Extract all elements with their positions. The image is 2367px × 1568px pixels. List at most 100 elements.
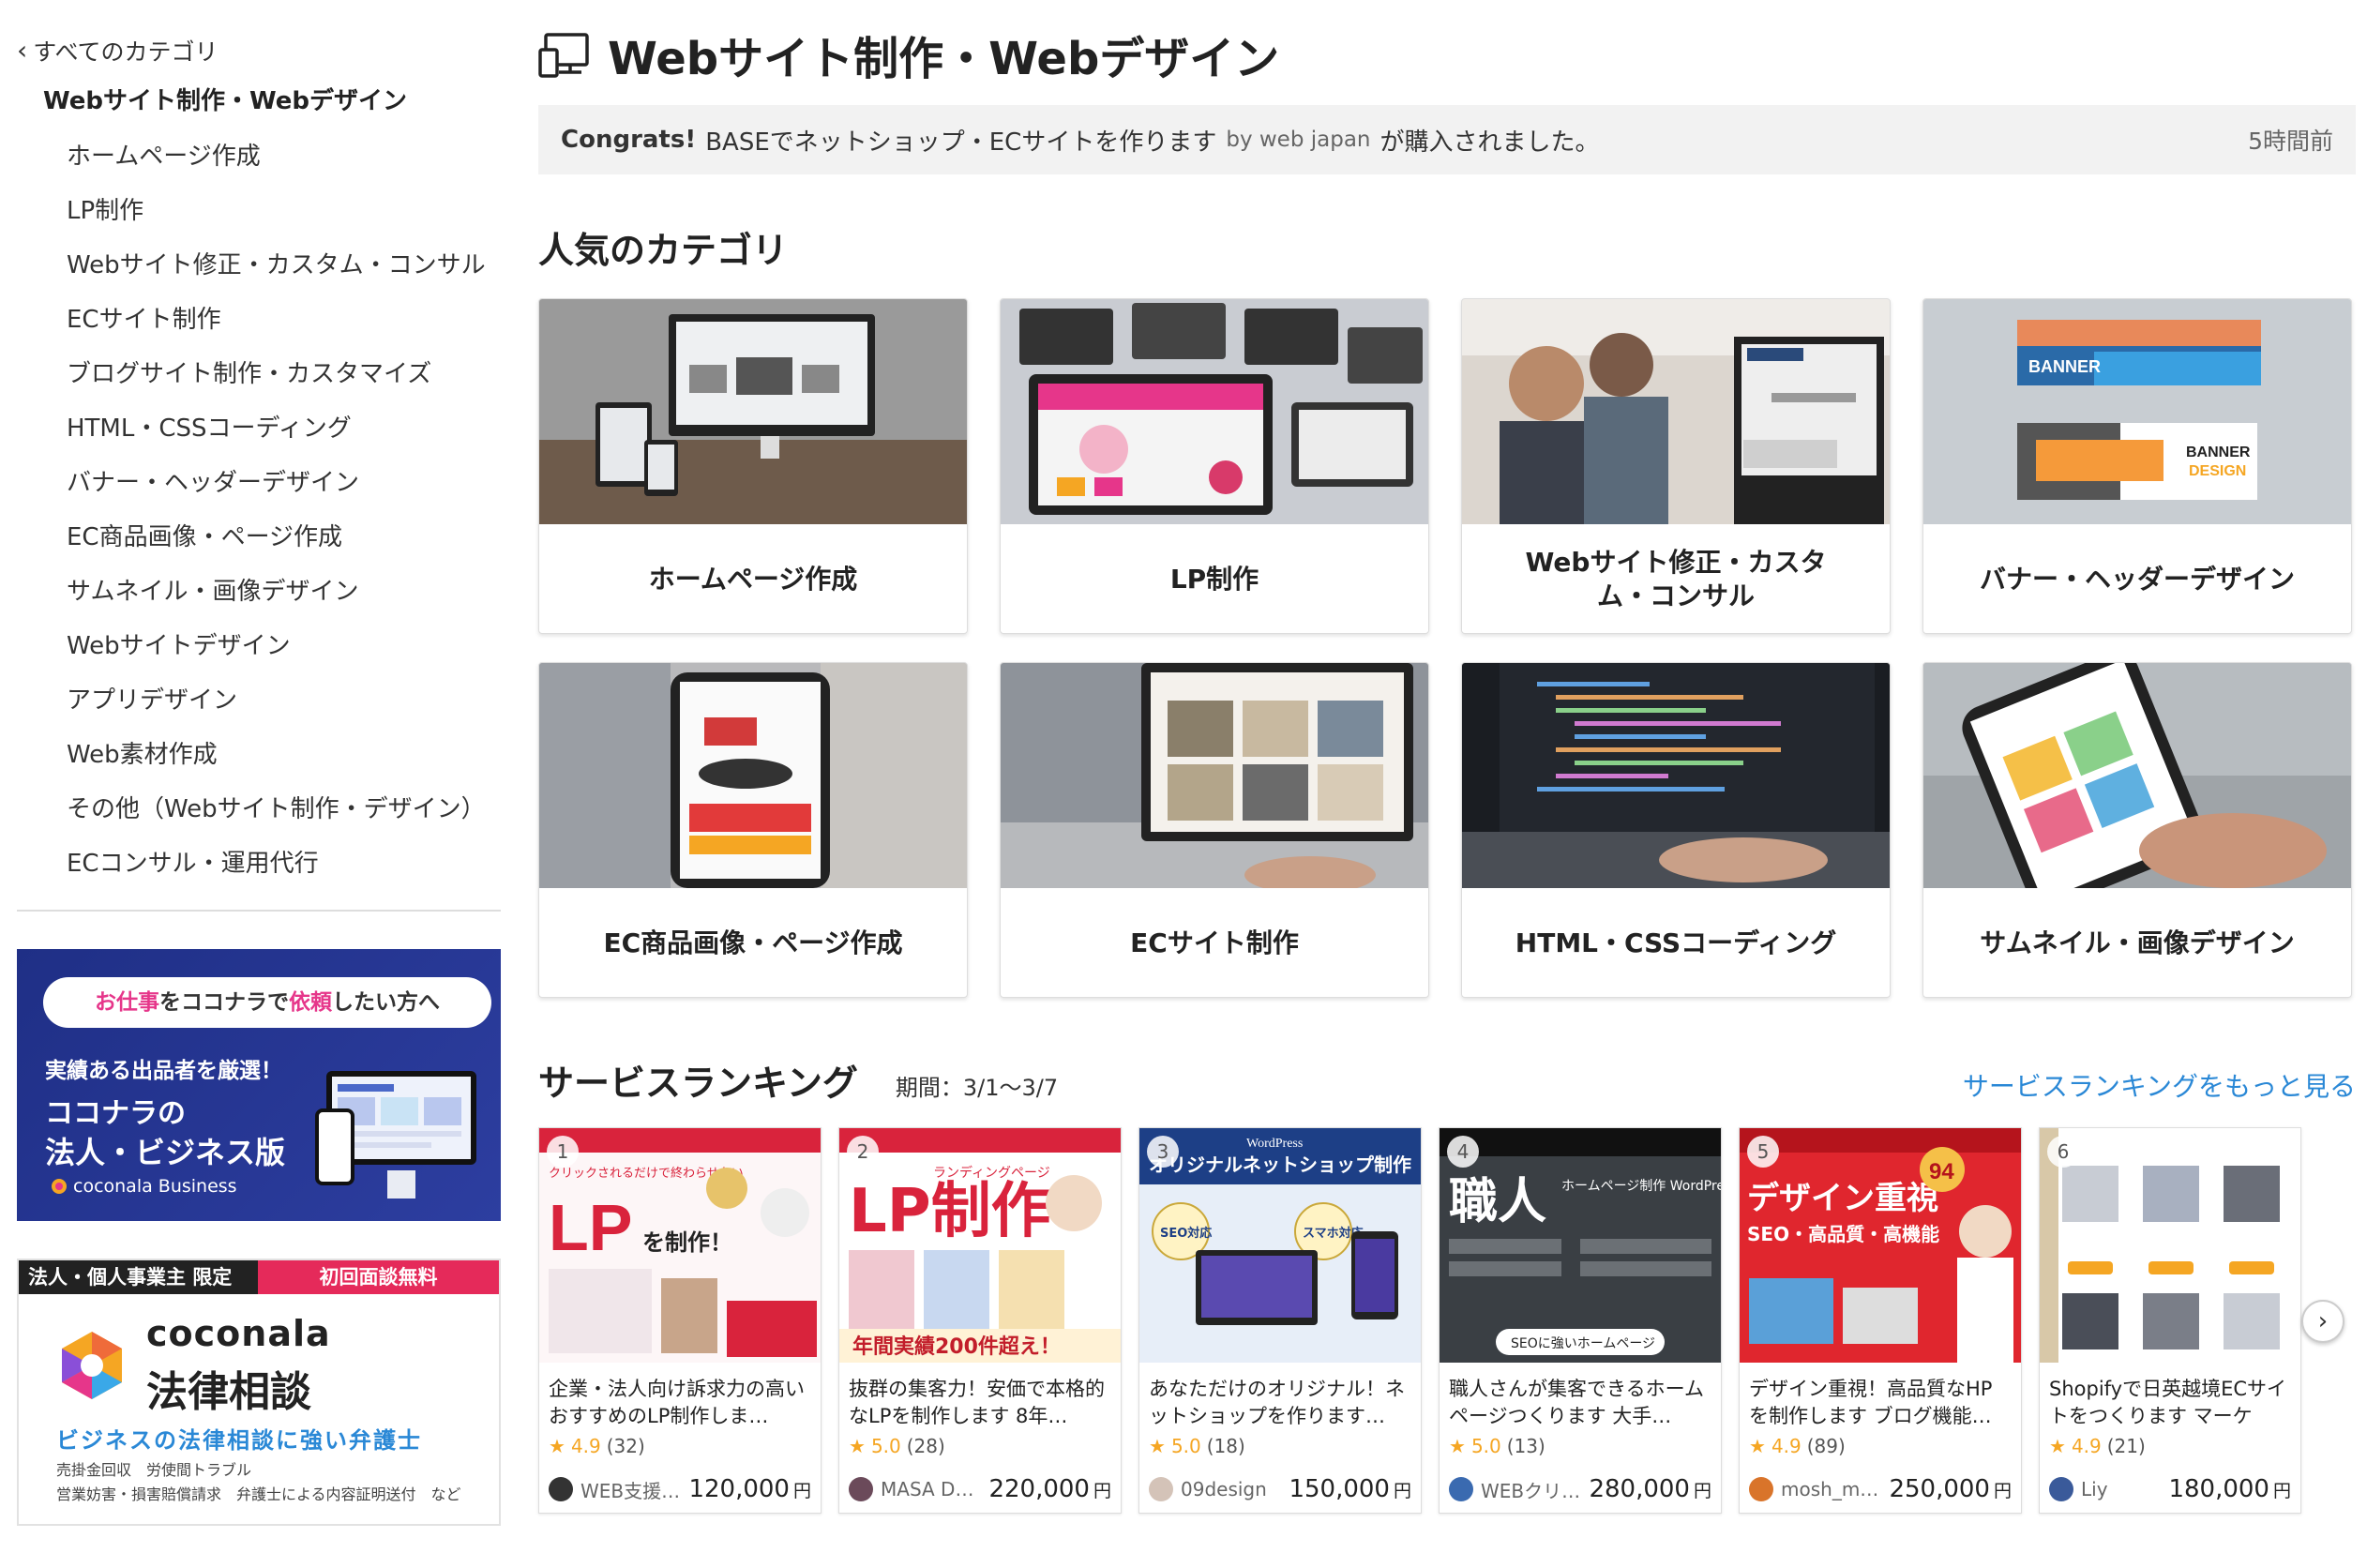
subcategory-item[interactable]: アプリデザイン: [67, 673, 501, 728]
current-category[interactable]: Webサイト制作・Webデザイン: [17, 73, 501, 129]
seller-name[interactable]: WEB支援…: [580, 1476, 688, 1503]
service-card[interactable]: 6 Shopifyで日英越境ECサイトをつくります マーケタ… ★: [2039, 1127, 2301, 1514]
price-unit: 円: [792, 1481, 811, 1501]
seller-avatar[interactable]: [1149, 1477, 1173, 1501]
seller-avatar[interactable]: [1749, 1477, 1773, 1501]
notice-service-link[interactable]: BASEでネットショップ・ECサイトを作ります: [705, 123, 1216, 158]
star-icon: ★: [1449, 1435, 1466, 1457]
price-unit: 円: [2272, 1481, 2291, 1501]
seller-avatar[interactable]: [849, 1477, 873, 1501]
service-card[interactable]: 2 LP制作 ランディングページ 年間実績200件超え！ 抜群の集客力！安価で本…: [838, 1127, 1122, 1514]
subcategory-item[interactable]: ホームページ作成: [67, 129, 501, 184]
legal-ad-banner[interactable]: 法人・個人事業主 限定 初回面談無料 coconala 法律相談 ビジネスの法律…: [17, 1259, 501, 1526]
category-label: ECサイト制作: [1130, 927, 1299, 958]
subcategory-item[interactable]: バナー・ヘッダーデザイン: [67, 456, 501, 510]
subcategory-item[interactable]: その他（Webサイト制作・デザイン）: [67, 782, 501, 837]
rating-score: 4.9: [570, 1435, 601, 1457]
popular-categories-grid: ホームページ作成 LP制作 Webサイト修正・カスタム・コンサル BANNER …: [538, 298, 2356, 998]
devices-icon: [538, 33, 589, 78]
banner-design-image: BANNER BANNER DESIGN: [1923, 299, 2351, 524]
popular-categories-heading: 人気のカテゴリ: [538, 230, 789, 271]
category-card[interactable]: サムネイル・画像デザイン: [1922, 662, 2352, 998]
category-thumbnail: [1001, 663, 1428, 888]
chevron-right-icon: ›: [2317, 1307, 2329, 1335]
category-card[interactable]: HTML・CSSコーディング: [1461, 662, 1891, 998]
seller-avatar[interactable]: [549, 1477, 573, 1501]
ec-product-image: [539, 663, 967, 888]
star-icon: ★: [2049, 1435, 2066, 1457]
seller-name[interactable]: Liy: [2081, 1478, 2168, 1500]
thumb-text: LP: [549, 1191, 632, 1264]
service-card[interactable]: 1 クリックされるだけで終わらせない LP を制作！ 企業・法人向け訴求力の高い…: [538, 1127, 822, 1514]
rating-score: 4.9: [1771, 1435, 1802, 1457]
subcategory-item[interactable]: サムネイル・画像デザイン: [67, 565, 501, 619]
category-card[interactable]: Webサイト修正・カスタム・コンサル: [1461, 298, 1891, 634]
category-label: ホームページ作成: [648, 564, 858, 595]
service-rating: ★ 5.0 (18): [1139, 1430, 1421, 1458]
chevron-left-icon: ‹: [17, 35, 28, 66]
business-ad-banner[interactable]: お仕事をココナラで依頼したい方へ 実績ある出品者を厳選！ ココナラの 法人・ビジ…: [17, 949, 501, 1221]
subcategory-item[interactable]: HTML・CSSコーディング: [67, 401, 501, 456]
seller-avatar[interactable]: [1449, 1477, 1473, 1501]
category-card[interactable]: LP制作: [1000, 298, 1429, 634]
back-link-label: すべてのカテゴリ: [33, 38, 219, 66]
legal-ad-header: 法人・個人事業主 限定 初回面談無料: [19, 1260, 499, 1294]
seller-name[interactable]: WEBクリ…: [1481, 1476, 1589, 1503]
ad-pill-text: 依頼: [289, 990, 332, 1015]
subcategory-item[interactable]: ECサイト制作: [67, 293, 501, 347]
seller-avatar[interactable]: [2049, 1477, 2073, 1501]
ranking-carousel: 1 クリックされるだけで終わらせない LP を制作！ 企業・法人向け訴求力の高い…: [538, 1127, 2356, 1514]
service-seller: mosh_m… 250,000 円: [1749, 1475, 2012, 1503]
category-card[interactable]: EC商品画像・ページ作成: [538, 662, 968, 998]
price-value: 150,000: [1289, 1475, 1390, 1503]
ec-site-laptop-image: [1001, 663, 1428, 888]
service-title: デザイン重視！高品質なHPを制作します ブログ機能…: [1749, 1378, 1993, 1427]
rating-count: (89): [1806, 1435, 1846, 1457]
service-rating: ★ 5.0 (28): [839, 1430, 1121, 1458]
price-value: 120,000: [688, 1475, 790, 1503]
subcategory-item[interactable]: Webサイトデザイン: [67, 619, 501, 673]
legal-ad-detail: 営業妨害・損害賠償請求 弁護士による内容証明送付 など: [56, 1485, 461, 1503]
web-consult-image: [1462, 299, 1890, 524]
ad-pill-text: お仕事: [95, 990, 159, 1015]
category-thumbnail: BANNER BANNER DESIGN: [1923, 299, 2351, 524]
service-card[interactable]: 3 WordPress オリジナルネットショップ制作 SEO対応 スマホ対応 あ…: [1138, 1127, 1422, 1514]
price-value: 180,000: [2168, 1475, 2269, 1503]
sidebar: ‹ すべてのカテゴリ Webサイト制作・Webデザイン ホームページ作成 LP制…: [17, 28, 501, 1526]
seller-name[interactable]: mosh_m…: [1781, 1478, 1889, 1500]
coding-laptop-image: [1462, 663, 1890, 888]
service-image: WordPress オリジナルネットショップ制作 SEO対応 スマホ対応: [1139, 1128, 1421, 1363]
service-card[interactable]: 4 職人 ホームページ制作 WordPress SEOに強いホームページ 職人さ…: [1439, 1127, 1722, 1514]
carousel-next-button[interactable]: ›: [2301, 1300, 2344, 1343]
ad-line: 法人・ビジネス版: [45, 1135, 286, 1170]
category-card[interactable]: BANNER BANNER DESIGN バナー・ヘッダーデザイン: [1922, 298, 2352, 634]
subcategory-item[interactable]: Web素材作成: [67, 728, 501, 782]
thumb-text: ランディングページ: [933, 1165, 1050, 1181]
service-title: 抜群の集客力！安価で本格的なLPを制作します 8年…: [849, 1378, 1105, 1427]
service-card[interactable]: 5 デザイン重視 SEO・高品質・高機能 94 デザイン重視！高品質なHPを制作…: [1739, 1127, 2022, 1514]
category-card[interactable]: ECサイト制作: [1000, 662, 1429, 998]
subcategory-item[interactable]: Webサイト修正・カスタム・コンサル: [67, 238, 501, 293]
legal-ad-tagline: ビジネスの法律相談に強い弁護士: [56, 1427, 422, 1454]
category-label: HTML・CSSコーディング: [1515, 927, 1837, 958]
subcategory-item[interactable]: ECコンサル・運用代行: [67, 837, 501, 891]
seller-name[interactable]: MASA D…: [881, 1478, 988, 1500]
ranking-more-link[interactable]: サービスランキングをもっと見る: [1963, 1066, 2356, 1104]
service-rating: ★ 4.9 (21): [2040, 1430, 2300, 1458]
ranking-header: サービスランキング 期間：3/1〜3/7 サービスランキングをもっと見る: [538, 1054, 2356, 1110]
subcategory-item[interactable]: LP制作: [67, 184, 501, 238]
category-card[interactable]: ホームページ作成: [538, 298, 968, 634]
rating-count: (18): [1206, 1435, 1245, 1457]
category-thumbnail: [539, 299, 967, 524]
subcategory-item[interactable]: EC商品画像・ページ作成: [67, 510, 501, 565]
page-title-text: Webサイト制作・Webデザイン: [608, 33, 1280, 85]
ad-brand-text: coconala Business: [73, 1176, 237, 1197]
subcategory-item[interactable]: ブログサイト制作・カスタマイズ: [67, 347, 501, 401]
notice-congrats: Congrats!: [561, 126, 697, 154]
back-to-all-categories-link[interactable]: ‹ すべてのカテゴリ: [17, 28, 501, 73]
service-seller: 09design 150,000 円: [1149, 1475, 1411, 1503]
seller-name[interactable]: 09design: [1181, 1478, 1289, 1500]
service-title: あなただけのオリジナル！ネットショップを作ります…: [1149, 1378, 1405, 1427]
legal-ad-tag: 法人・個人事業主 限定: [19, 1260, 258, 1294]
category-thumbnail: [539, 663, 967, 888]
